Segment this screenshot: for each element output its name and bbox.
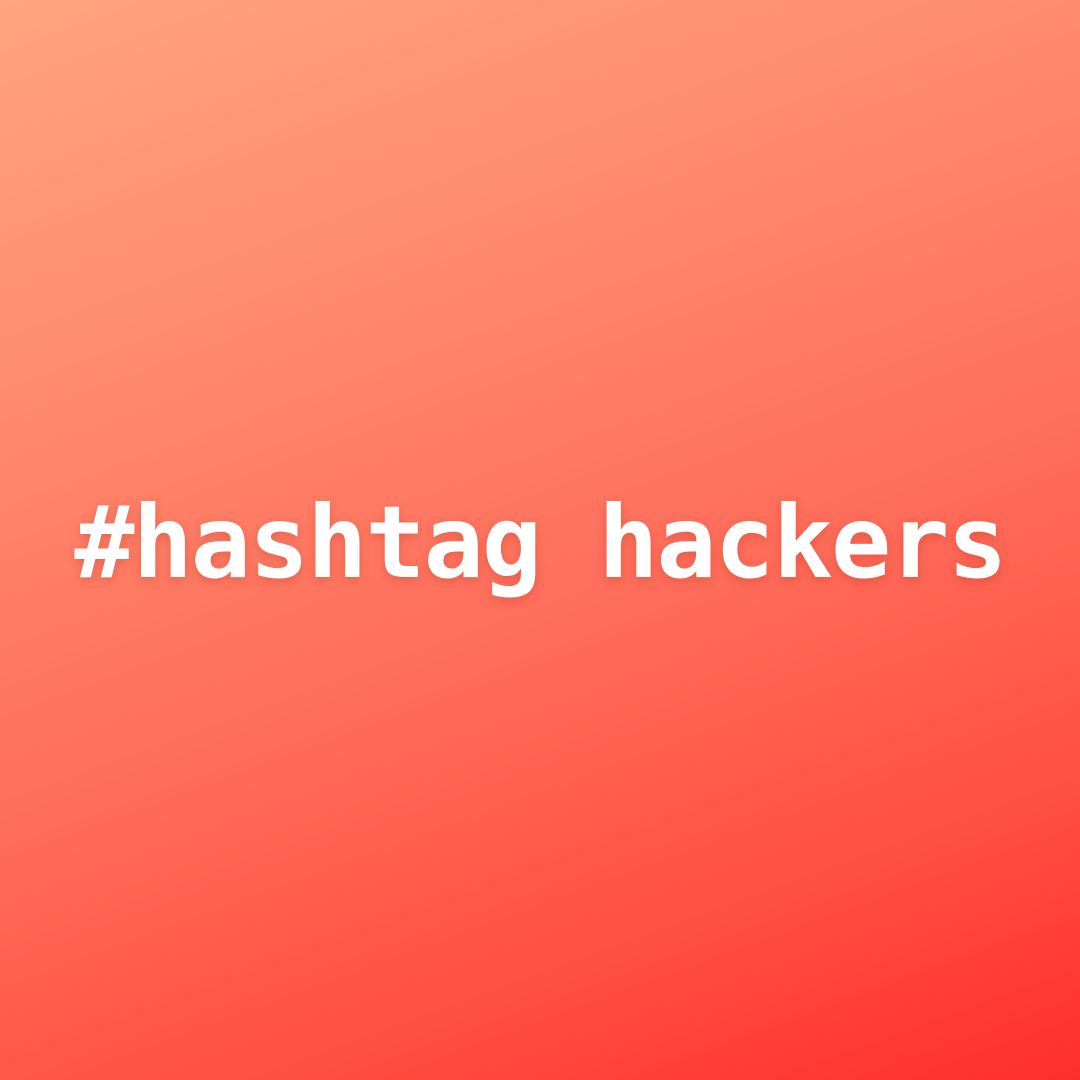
headline-text: #hashtag hackers [74, 484, 1007, 601]
gradient-background: #hashtag hackers [0, 0, 1080, 1080]
